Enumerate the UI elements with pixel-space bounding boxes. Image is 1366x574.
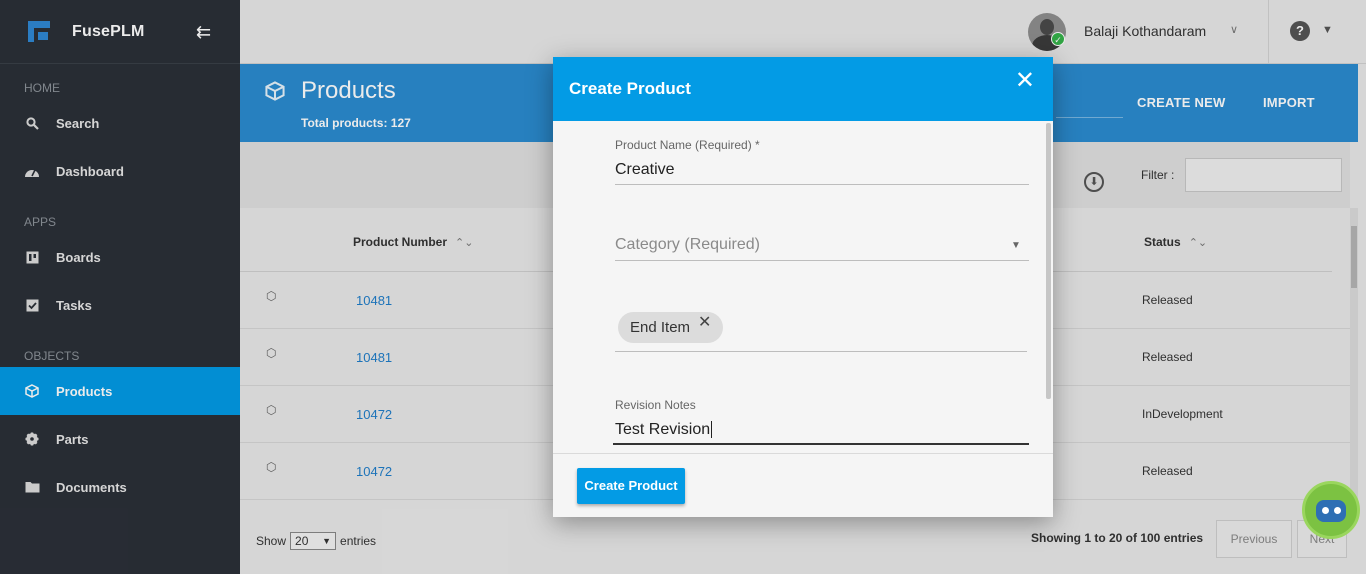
revision-notes-label: Revision Notes — [615, 398, 696, 412]
create-product-button[interactable]: Create Product — [577, 468, 685, 504]
category-underline — [615, 260, 1029, 261]
remove-chip-icon[interactable]: ✕ — [698, 312, 711, 332]
chatbot-icon[interactable] — [1302, 481, 1360, 539]
revision-notes-underline — [613, 443, 1029, 445]
dialog-scrollbar[interactable] — [1046, 123, 1051, 399]
end-item-chip[interactable]: End Item ✕ — [618, 312, 724, 343]
caret-down-icon[interactable]: ▼ — [1011, 240, 1021, 251]
text-cursor — [711, 421, 713, 438]
dialog-header: Create Product ✕ — [553, 57, 1053, 121]
chip-underline — [615, 351, 1027, 352]
product-name-underline — [615, 184, 1029, 185]
product-name-label: Product Name (Required) * — [615, 138, 760, 152]
chip-label: End Item — [630, 319, 691, 336]
revision-notes-input[interactable]: Test Revision — [615, 421, 713, 439]
close-icon[interactable]: ✕ — [1015, 66, 1035, 95]
product-name-input[interactable]: Creative — [615, 161, 675, 179]
dialog-title: Create Product — [569, 79, 691, 98]
dialog-footer: Create Product — [553, 453, 1053, 517]
create-product-dialog: Create Product ✕ Product Name (Required)… — [553, 57, 1053, 517]
category-select[interactable]: Category (Required) — [615, 236, 760, 254]
revision-notes-value: Test Revision — [615, 421, 711, 438]
dialog-body: Product Name (Required) * Creative Categ… — [553, 121, 1053, 453]
